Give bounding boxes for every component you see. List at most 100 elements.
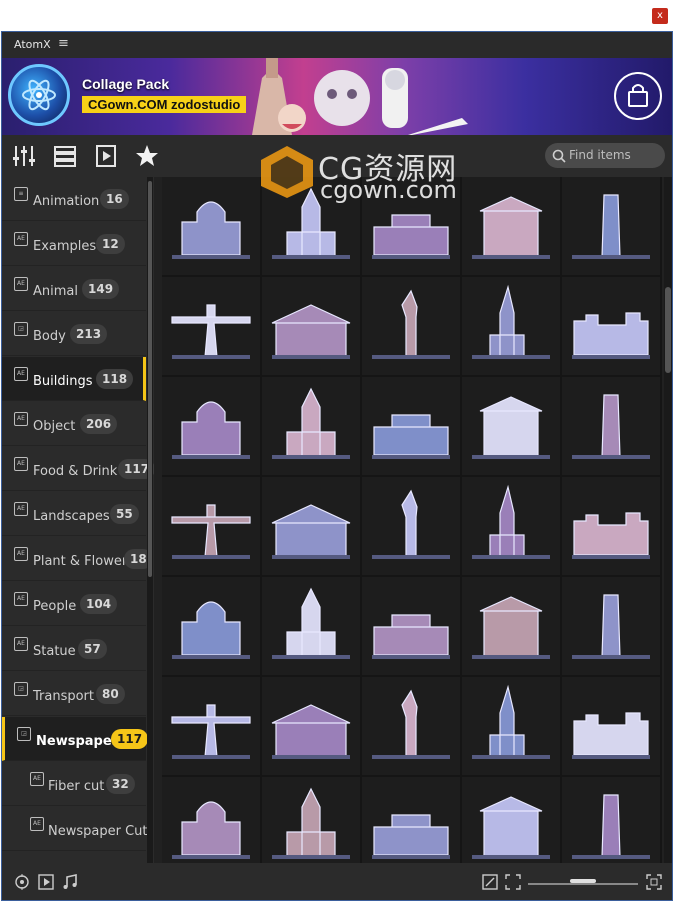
ae-file-icon: AE <box>14 502 28 516</box>
asset-thumbnail <box>172 801 250 859</box>
asset-thumbnail <box>372 689 450 759</box>
hamburger-menu-icon[interactable]: ≡ <box>58 36 69 51</box>
asset-tile-tower-bridge-tower[interactable] <box>262 177 360 275</box>
asset-tile-pagoda[interactable] <box>462 377 560 475</box>
asset-tile-round-tower[interactable] <box>162 777 260 863</box>
asset-tile-petra-rock[interactable] <box>162 577 260 675</box>
subcategory-newspaper-cut[interactable]: AE Newspaper Cut <box>2 807 148 851</box>
close-button[interactable]: x <box>652 8 668 24</box>
category-count: 104 <box>80 594 118 614</box>
asset-tile-baroque-building[interactable] <box>362 677 460 775</box>
search-icon <box>552 149 566 163</box>
outer-titlebar: x <box>0 0 674 31</box>
search-field[interactable]: Find items <box>545 143 665 168</box>
category-animation[interactable]: ≡ Animation 16 <box>2 177 146 221</box>
asset-tile-gothic-hall[interactable] <box>562 677 660 775</box>
music-icon[interactable] <box>62 874 78 890</box>
asset-thumbnail <box>572 712 650 759</box>
asset-tile-arc-de-triomphe[interactable] <box>162 377 260 475</box>
asset-tile-parthenon[interactable] <box>262 277 360 375</box>
asset-thumbnail <box>472 396 550 459</box>
category-label: Food & Drink <box>33 464 118 479</box>
zoom-slider[interactable] <box>528 883 638 885</box>
pack-subtitle: CGown.COM zodostudio <box>82 96 247 113</box>
category-statue[interactable]: AE Statue 57 <box>2 627 146 671</box>
asset-thumbnail <box>171 704 251 759</box>
asset-tile-stone-tower[interactable] <box>362 577 460 675</box>
sidebar-scrollbar[interactable] <box>147 177 153 863</box>
asset-tile-ruins-columns[interactable] <box>462 477 560 575</box>
asset-thumbnail <box>472 796 550 859</box>
asset-tile-ancient-ruins[interactable] <box>462 577 560 675</box>
category-count: 206 <box>80 414 118 434</box>
category-count: 118 <box>96 369 134 389</box>
asset-thumbnail <box>272 787 350 859</box>
asset-tile-skyscrapers[interactable] <box>562 577 660 675</box>
sidebar-scroll-thumb[interactable] <box>148 181 152 577</box>
asset-thumbnail <box>271 704 351 759</box>
asset-tile-modern-block[interactable] <box>262 777 360 863</box>
asset-tile-eiffel-tower[interactable] <box>262 477 360 575</box>
shopping-bag-icon[interactable] <box>614 72 662 120</box>
category-count: 55 <box>110 504 139 524</box>
asset-tile-temple-front[interactable] <box>562 477 660 575</box>
category-examples[interactable]: AE Examples 12 <box>2 222 146 266</box>
search-placeholder: Find items <box>569 148 631 162</box>
zoom-in-icon[interactable] <box>646 874 662 890</box>
atomx-window: AtomX ≡ Collage Pack CGown.COM zodostudi… <box>1 31 673 901</box>
category-body[interactable]: ◲ Body 213 <box>2 312 146 356</box>
asset-tile-statue-of-liberty[interactable] <box>362 277 460 375</box>
expand-icon[interactable] <box>482 874 498 890</box>
collage-pack-banner[interactable]: Collage Pack CGown.COM zodostudio <box>2 58 672 135</box>
bottom-bar <box>2 863 672 900</box>
target-icon[interactable] <box>14 874 30 890</box>
category-sidebar: ≡ Animation 16 AE Examples 12 AE Animal … <box>2 177 154 863</box>
asset-tile-greek-temple[interactable] <box>462 177 560 275</box>
asset-tile-colosseum-arches[interactable] <box>362 777 460 863</box>
category-animal[interactable]: AE Animal 149 <box>2 267 146 311</box>
asset-tile-medieval-town[interactable] <box>362 377 460 475</box>
shape-file-icon: ◲ <box>14 682 28 696</box>
asset-tile-empire-state[interactable] <box>462 277 560 375</box>
play-icon[interactable] <box>38 874 54 890</box>
category-label: Object <box>33 419 76 434</box>
asset-tile-gothic-cathedral[interactable] <box>262 377 360 475</box>
category-label: Animal <box>33 284 78 299</box>
pack-title: Collage Pack <box>82 76 170 92</box>
asset-tile-church-dome[interactable] <box>162 177 260 275</box>
category-plant-flower[interactable]: AE Plant & Flower 18 <box>2 537 153 581</box>
grid-scroll-thumb[interactable] <box>665 287 671 373</box>
collage-artwork <box>252 58 468 135</box>
asset-tile-colosseum[interactable] <box>362 477 460 575</box>
zoom-slider-handle[interactable] <box>570 879 596 883</box>
ae-file-icon: AE <box>30 772 44 786</box>
category-newspaper[interactable]: ◲ Newspaper 117 <box>2 717 149 761</box>
zoom-out-icon[interactable] <box>505 874 521 890</box>
grid-scrollbar[interactable] <box>664 177 672 863</box>
asset-tile-temple-pillars[interactable] <box>262 677 360 775</box>
category-food-drink[interactable]: AE Food & Drink 117 <box>2 447 154 491</box>
asset-tile-fortress[interactable] <box>162 677 260 775</box>
sliders-icon[interactable] <box>11 143 37 169</box>
category-object[interactable]: AE Object 206 <box>2 402 146 446</box>
asset-tile-ruined-tower[interactable] <box>562 777 660 863</box>
asset-tile-leaning-tower[interactable] <box>562 177 660 275</box>
asset-tile-capitol-dome[interactable] <box>162 477 260 575</box>
asset-tile-hill-castle[interactable] <box>562 377 660 475</box>
asset-tile-cathedral-long[interactable] <box>462 777 560 863</box>
category-transport[interactable]: ◲ Transport 80 <box>2 672 146 716</box>
asset-tile-colosseum-wall[interactable] <box>262 577 360 675</box>
asset-tile-castle-walls[interactable] <box>562 277 660 375</box>
category-landscapes[interactable]: AE Landscapes 55 <box>2 492 146 536</box>
star-favorites-icon[interactable] <box>134 143 160 169</box>
video-file-icon[interactable] <box>93 143 119 169</box>
category-label: Fiber cut <box>48 779 105 794</box>
ae-file-icon: AE <box>14 277 28 291</box>
asset-tile-christ-statue[interactable] <box>162 277 260 375</box>
category-buildings[interactable]: AE Buildings 118 <box>2 357 146 401</box>
asset-tile-palace[interactable] <box>362 177 460 275</box>
asset-tile-notre-dame[interactable] <box>462 677 560 775</box>
category-people[interactable]: AE People 104 <box>2 582 146 626</box>
list-view-icon[interactable] <box>52 143 78 169</box>
subcategory-fiber-cut[interactable]: AE Fiber cut 32 <box>2 762 146 806</box>
